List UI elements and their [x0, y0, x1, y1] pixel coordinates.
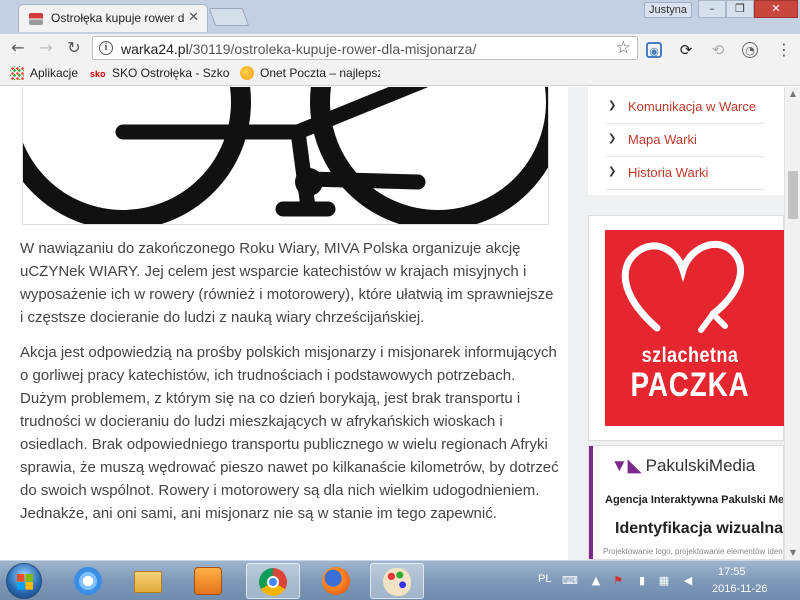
- heart-logo-icon: [621, 241, 744, 333]
- banner-pakulski-media[interactable]: ▼◣ PakulskiMedia Agencja Interaktywna Pa…: [588, 445, 784, 560]
- article-body: W nawiązaniu do zakończonego Roku Wiary,…: [20, 237, 560, 537]
- apps-grid-icon: [10, 66, 24, 80]
- taskbar-firefox[interactable]: [310, 563, 364, 599]
- web-page: W nawiązaniu do zakończonego Roku Wiary,…: [0, 87, 784, 560]
- chevron-right-icon: ❯: [608, 133, 617, 144]
- url-text[interactable]: warka24.pl/30119/ostroleka-kupuje-rower-…: [121, 41, 476, 57]
- back-arrow-icon[interactable]: ←: [8, 38, 28, 58]
- volume-icon[interactable]: ◀: [682, 575, 694, 587]
- scroll-up-icon[interactable]: ▲: [785, 87, 800, 101]
- sidebar-item-label[interactable]: Historia Warki: [628, 165, 708, 180]
- media-player-icon: [194, 567, 222, 595]
- onet-logo-icon: [240, 66, 254, 80]
- clock-date[interactable]: 2016-11-26: [712, 583, 767, 595]
- battery-icon[interactable]: ▮: [636, 575, 648, 587]
- article-paragraph: Akcja jest odpowiedzią na prośby polskic…: [20, 344, 559, 522]
- sidebar: ❯ Komunikacja w Warce ❯ Mapa Warki ❯ His…: [588, 87, 784, 560]
- internet-explorer-icon: [74, 567, 102, 595]
- extension-icon[interactable]: ◉: [646, 42, 662, 58]
- ad-subtitle: Agencja Interaktywna Pakulski Media: [605, 494, 784, 506]
- title-bar: Ostrołęka kupuje rower d ✕ Justyna – ❐ ✕: [0, 0, 800, 34]
- ad-headline: Identyfikacja wizualna: [615, 520, 784, 537]
- forward-arrow-icon[interactable]: →: [36, 38, 56, 58]
- sidebar-item-label[interactable]: Mapa Warki: [628, 132, 697, 147]
- new-tab-button[interactable]: [208, 8, 250, 26]
- menu-icon[interactable]: ⋮: [776, 42, 792, 58]
- taskbar: PL ⌨ ▲ ⚑ ▮ ▦ ◀ 17:55 2016-11-26: [0, 560, 800, 600]
- ad-accent-bar: [589, 446, 593, 559]
- folder-icon: [134, 571, 162, 593]
- sidebar-item-label[interactable]: Komunikacja w Warce: [628, 99, 756, 114]
- ad-text-szlachetna: szlachetna: [641, 344, 739, 367]
- ad-background: szlachetna PACZKA: [605, 230, 784, 426]
- scrollbar-thumb[interactable]: [788, 171, 798, 219]
- chevron-right-icon: ❯: [608, 100, 617, 111]
- pm-logo-icon: ▼◣: [611, 456, 646, 475]
- article-column: W nawiązaniu do zakończonego Roku Wiary,…: [0, 87, 568, 560]
- taskbar-chrome[interactable]: [246, 563, 300, 599]
- refresh-extension-icon[interactable]: ⟲: [710, 42, 726, 58]
- banner-szlachetna-paczka[interactable]: szlachetna PACZKA: [588, 215, 784, 441]
- tab-close-icon[interactable]: ✕: [188, 10, 199, 25]
- minimize-button[interactable]: –: [698, 0, 726, 18]
- info-icon[interactable]: i: [99, 41, 113, 55]
- windows-flag-icon: [17, 574, 33, 590]
- reload-icon[interactable]: ↻: [64, 38, 84, 58]
- restore-button[interactable]: ❐: [726, 0, 754, 18]
- tab-title: Ostrołęka kupuje rower d: [51, 11, 185, 25]
- show-hidden-icons-icon[interactable]: ▲: [590, 575, 602, 587]
- article-paragraph: W nawiązaniu do zakończonego Roku Wiary,…: [20, 240, 554, 326]
- bookmark-apps[interactable]: Aplikacje: [10, 66, 78, 82]
- start-button[interactable]: [6, 563, 42, 599]
- scroll-down-icon[interactable]: ▼: [785, 546, 800, 560]
- address-bar[interactable]: i warka24.pl/30119/ostroleka-kupuje-rowe…: [92, 36, 638, 60]
- article-image: [22, 87, 549, 225]
- paint-palette-icon: [383, 568, 411, 596]
- sidebar-item-komunikacja[interactable]: ❯ Komunikacja w Warce: [606, 91, 764, 124]
- bookmark-sko[interactable]: sko SKO Ostrołęka - Szkoł: [90, 66, 230, 82]
- browser-toolbar: ← → ↻ i warka24.pl/30119/ostroleka-kupuj…: [0, 34, 800, 62]
- site-favicon-icon: [29, 13, 43, 25]
- ad-fineprint: Projektowanie logo, projektowanie elemen…: [603, 547, 783, 556]
- ad-text-paczka: PACZKA: [630, 366, 750, 404]
- vertical-scrollbar[interactable]: ▲ ▼: [784, 87, 800, 560]
- browser-tab[interactable]: Ostrołęka kupuje rower d ✕: [18, 4, 208, 32]
- profile-button[interactable]: Justyna: [644, 2, 692, 18]
- taskbar-ie[interactable]: [62, 563, 116, 599]
- bookmarks-bar: Aplikacje sko SKO Ostrołęka - Szkoł Onet …: [0, 62, 800, 86]
- chevron-right-icon: ❯: [608, 166, 617, 177]
- sidebar-links: ❯ Komunikacja w Warce ❯ Mapa Warki ❯ His…: [588, 87, 784, 195]
- action-center-flag-icon[interactable]: ⚑: [612, 575, 624, 587]
- close-window-button[interactable]: ✕: [754, 0, 798, 18]
- taskbar-media-player[interactable]: [182, 563, 236, 599]
- clock-time[interactable]: 17:55: [718, 566, 746, 578]
- sync-icon[interactable]: ⟳: [678, 42, 694, 58]
- bicycle-illustration: [23, 87, 548, 224]
- sko-logo-icon: sko: [90, 69, 106, 79]
- bookmark-onet[interactable]: Onet Poczta – najlepsza: [240, 66, 380, 82]
- network-icon[interactable]: ▦: [658, 575, 670, 587]
- firefox-icon: [322, 567, 350, 595]
- sidebar-item-mapa[interactable]: ❯ Mapa Warki: [606, 124, 764, 157]
- bookmark-star-icon[interactable]: ☆: [616, 38, 631, 58]
- pakulski-logo: ▼◣ PakulskiMedia: [611, 456, 756, 475]
- taskbar-paint[interactable]: [370, 563, 424, 599]
- taskbar-explorer[interactable]: [122, 563, 176, 599]
- chrome-icon: [259, 568, 287, 596]
- sidebar-item-historia[interactable]: ❯ Historia Warki: [606, 157, 764, 190]
- speed-dial-icon[interactable]: ◔: [742, 42, 758, 58]
- language-indicator[interactable]: PL: [538, 573, 551, 585]
- keyboard-icon[interactable]: ⌨: [562, 575, 578, 587]
